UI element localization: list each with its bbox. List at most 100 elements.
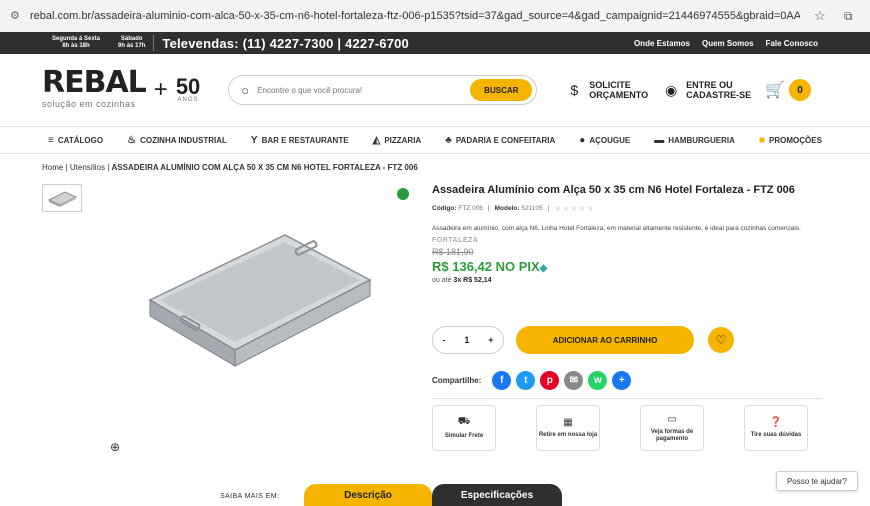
breadcrumb-current: ASSADEIRA ALUMÍNIO COM ALÇA 50 X 35 CM N… bbox=[111, 163, 418, 172]
credit-card-icon: ▭ bbox=[667, 413, 677, 425]
cooking-pot-icon: ♨ bbox=[127, 134, 137, 146]
feature-label: Simular Frete bbox=[444, 433, 484, 439]
product-codes: Código: FTZ 006 | Modelo: 521105 | ★★★★★ bbox=[432, 204, 596, 213]
cake-icon: ♣ bbox=[445, 134, 452, 146]
browser-address-bar[interactable]: ⚙ rebal.com.br/assadeira-aluminio-com-al… bbox=[0, 0, 870, 32]
link-onde-estamos[interactable]: Onde Estamos bbox=[634, 39, 690, 48]
extensions-icon[interactable]: ⧉ bbox=[844, 9, 860, 24]
buy-row: - 1 + ADICIONAR AO CARRINHO ♡ bbox=[432, 326, 734, 354]
cart-button[interactable]: 🛒 0 bbox=[765, 79, 812, 101]
tab-descricao[interactable]: Descrição bbox=[304, 484, 432, 506]
tray-thumbnail-image bbox=[47, 191, 78, 207]
account-label-line-2: CADASTRE-SE bbox=[686, 90, 752, 100]
saturday-time: 9h às 17h bbox=[118, 43, 146, 49]
quantity-value[interactable]: 1 bbox=[464, 335, 469, 345]
anniversary-number: 50 bbox=[175, 74, 201, 99]
search-bar[interactable]: ○ BUSCAR bbox=[228, 75, 538, 105]
favorite-heart-icon[interactable]: ♡ bbox=[708, 327, 734, 353]
nav-label: BAR E RESTAURANTE bbox=[261, 135, 349, 145]
rebal-logo[interactable]: REBAL solução em cozinhas bbox=[42, 68, 147, 110]
televendas-phone: Televendas: (11) 4227-7300 | 4227-6700 bbox=[162, 35, 409, 51]
cart-count: 0 bbox=[789, 79, 812, 101]
tab-especificacoes[interactable]: Especificações bbox=[432, 484, 562, 506]
request-quote[interactable]: $ SOLICITE ORÇAMENTO bbox=[565, 80, 648, 100]
account-login[interactable]: ◉ ENTRE OU CADASTRE-SE bbox=[662, 80, 751, 100]
meat-icon: ● bbox=[579, 134, 586, 146]
increase-button[interactable]: + bbox=[488, 335, 493, 345]
site-header: REBAL solução em cozinhas + 50 ANOS ○ BU… bbox=[0, 54, 870, 126]
breadcrumb: Home | Utensílios | ASSADEIRA ALUMÍNIO C… bbox=[42, 163, 418, 172]
logo[interactable]: REBAL solução em cozinhas + 50 ANOS bbox=[42, 68, 201, 110]
menu-icon: ≡ bbox=[48, 134, 54, 146]
breadcrumb-home[interactable]: Home bbox=[42, 163, 63, 172]
nav-promocoes[interactable]: ■ PROMOÇÕES bbox=[759, 135, 822, 146]
add-to-cart-button[interactable]: ADICIONAR AO CARRINHO bbox=[516, 326, 694, 354]
pinterest-icon[interactable]: p bbox=[540, 371, 560, 390]
bookmark-star-icon[interactable]: ☆ bbox=[814, 8, 830, 24]
installments-prefix: ou até bbox=[432, 277, 452, 284]
link-fale-conosco[interactable]: Fale Conosco bbox=[766, 39, 818, 48]
saiba-mais-label: SAIBA MAIS EM: bbox=[220, 493, 280, 500]
more-share-icon[interactable]: + bbox=[612, 371, 632, 390]
account-label-line-1: ENTRE OU bbox=[686, 80, 733, 90]
header-actions: $ SOLICITE ORÇAMENTO ◉ ENTRE OU CADASTRE-S… bbox=[565, 79, 812, 101]
breadcrumb-category[interactable]: Utensílios bbox=[70, 163, 105, 172]
nav-hamburgueria[interactable]: ▬ HAMBURGUERIA bbox=[654, 135, 735, 146]
dollar-document-icon: $ bbox=[570, 82, 579, 98]
search-input[interactable] bbox=[257, 85, 471, 95]
category-nav: ≡ CATÁLOGO ♨ COZINHA INDUSTRIAL Y BAR E RES… bbox=[0, 126, 870, 154]
feature-label: Retire em nossa loja bbox=[538, 432, 598, 438]
simulate-shipping-button[interactable]: ⛟ Simular Frete bbox=[432, 405, 496, 451]
help-icon: ❓ bbox=[769, 417, 783, 428]
quantity-stepper[interactable]: - 1 + bbox=[432, 326, 504, 354]
brazil-flag-icon bbox=[397, 188, 409, 200]
payment-methods-button[interactable]: ▭ Veja formas de pagamento bbox=[640, 405, 704, 451]
pix-price-value: R$ 136,42 NO PIX bbox=[432, 259, 540, 274]
facebook-icon[interactable]: f bbox=[492, 371, 512, 390]
twitter-icon[interactable]: t bbox=[516, 371, 536, 390]
zoom-icon[interactable]: ⊕ bbox=[110, 440, 120, 454]
pix-icon: ◆ bbox=[539, 263, 548, 274]
nav-label: PROMOÇÕES bbox=[769, 135, 822, 145]
nav-padaria[interactable]: ♣ PADARIA E CONFEITARIA bbox=[445, 135, 555, 146]
email-icon[interactable]: ✉ bbox=[564, 371, 584, 390]
saturday-label: Sábado bbox=[120, 36, 143, 42]
weekday-label: Segunda à Sexta bbox=[52, 36, 101, 42]
link-quem-somos[interactable]: Quem Somos bbox=[702, 39, 754, 48]
nav-label: PADARIA E CONFEITARIA bbox=[455, 135, 556, 145]
store-icon: ▦ bbox=[563, 417, 573, 428]
nav-pizzaria[interactable]: ◭ PIZZARIA bbox=[373, 135, 422, 146]
quote-label-line-2: ORÇAMENTO bbox=[589, 90, 649, 100]
faq-button[interactable]: ❓ Tire suas dúvidas bbox=[744, 405, 808, 451]
nav-catalogo[interactable]: ≡ CATÁLOGO bbox=[48, 135, 103, 146]
weekday-time: 8h às 18h bbox=[62, 43, 90, 49]
product-title: Assadeira Alumínio com Alça 50 x 35 cm N… bbox=[432, 184, 795, 196]
product-brand[interactable]: FORTALEZA bbox=[432, 237, 822, 244]
nav-acougue[interactable]: ● AÇOUGUE bbox=[579, 135, 630, 146]
top-links: Onde Estamos Quem Somos Fale Conosco bbox=[634, 39, 818, 48]
nav-bar-restaurante[interactable]: Y BAR E RESTAURANTE bbox=[251, 135, 349, 146]
user-icon: ◉ bbox=[665, 81, 678, 98]
feature-label: Veja formas de pagamento bbox=[650, 428, 694, 442]
rating-stars[interactable]: ★★★★★ bbox=[554, 204, 595, 213]
search-button[interactable]: BUSCAR bbox=[470, 79, 533, 101]
installments: ou até 3x R$ 52,14 bbox=[432, 277, 822, 284]
tag-icon: ■ bbox=[758, 134, 766, 146]
feature-label: Tire suas dúvidas bbox=[750, 432, 802, 438]
nav-label: CATÁLOGO bbox=[57, 135, 104, 145]
product-main-image[interactable] bbox=[120, 180, 380, 390]
product-tabs: SAIBA MAIS EM: Descrição Especificações bbox=[0, 484, 870, 506]
logo-tagline: solução em cozinhas bbox=[42, 99, 136, 109]
anniversary-logo: 50 ANOS bbox=[175, 74, 201, 104]
product-code: FTZ 006 bbox=[458, 205, 483, 212]
url-text[interactable]: rebal.com.br/assadeira-aluminio-com-alca… bbox=[30, 10, 800, 22]
nav-cozinha-industrial[interactable]: ♨ COZINHA INDUSTRIAL bbox=[127, 135, 227, 146]
site-settings-icon[interactable]: ⚙ bbox=[10, 9, 24, 23]
decrease-button[interactable]: - bbox=[442, 335, 445, 345]
nav-label: COZINHA INDUSTRIAL bbox=[140, 135, 227, 145]
saturday-hours: Sábado 9h às 17h bbox=[118, 36, 145, 50]
whatsapp-icon[interactable]: w bbox=[588, 371, 608, 390]
store-pickup-button[interactable]: ▦ Retire em nossa loja bbox=[536, 405, 600, 451]
product-thumbnail[interactable] bbox=[42, 184, 82, 212]
search-icon: ○ bbox=[241, 82, 250, 98]
